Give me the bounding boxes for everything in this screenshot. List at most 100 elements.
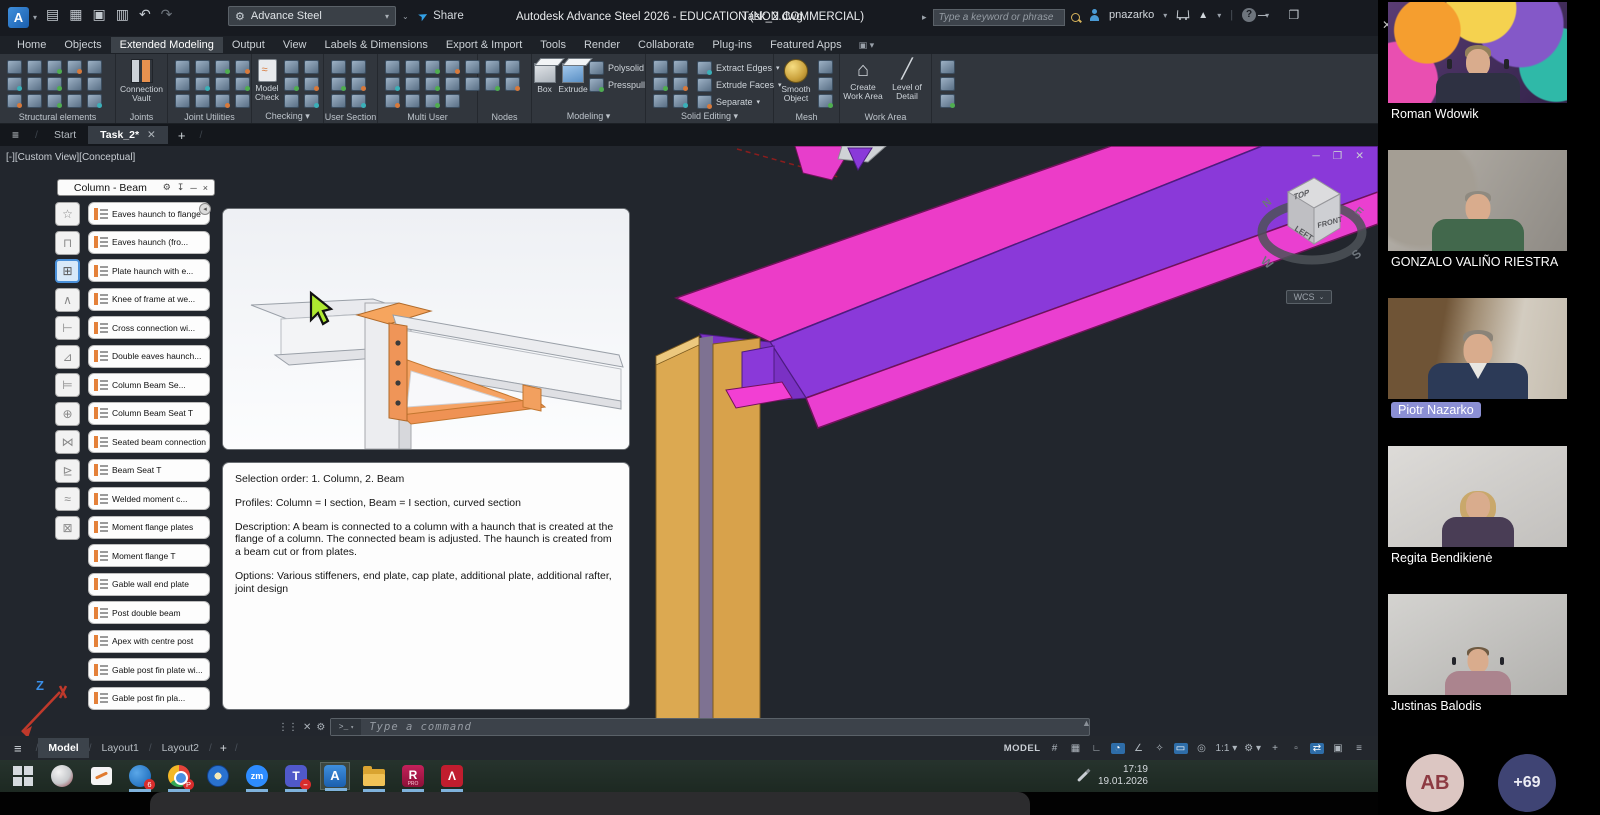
taskbar-explorer[interactable]: [359, 762, 389, 790]
open-icon[interactable]: ▦: [69, 6, 82, 23]
app-menu-caret-icon[interactable]: ▾: [33, 13, 37, 22]
taskbar-zoom[interactable]: zm: [242, 762, 272, 790]
tool-icon[interactable]: [284, 60, 299, 74]
tool-icon[interactable]: [351, 60, 366, 74]
user-name[interactable]: pnazarko: [1109, 9, 1154, 21]
viewport-controls-label[interactable]: [-][Custom View][Conceptual]: [6, 152, 135, 163]
column-front-flange[interactable]: [656, 336, 699, 736]
panel-label[interactable]: Joint Utilities: [168, 112, 251, 122]
tab-render[interactable]: Render: [575, 37, 629, 53]
taskbar-chrome[interactable]: P: [164, 762, 194, 790]
app-menu-button[interactable]: A: [8, 7, 29, 28]
units-icon[interactable]: ▫: [1289, 743, 1303, 754]
search-icon[interactable]: [1071, 13, 1081, 23]
connection-item[interactable]: Cross connection wi...: [88, 316, 210, 339]
command-input[interactable]: >_▾ Type a command: [330, 718, 1090, 736]
tab-collaborate[interactable]: Collaborate: [629, 37, 703, 53]
clock[interactable]: 17:19 19.01.2026: [1098, 764, 1148, 789]
wcs-selector[interactable]: WCS⌄: [1286, 290, 1332, 304]
tool-icon[interactable]: [67, 60, 82, 74]
tab-objects[interactable]: Objects: [55, 37, 110, 53]
tool-icon[interactable]: [425, 77, 440, 91]
tool-icon[interactable]: [445, 60, 460, 74]
tool-icon[interactable]: [175, 77, 190, 91]
panel-label[interactable]: Nodes: [478, 112, 531, 122]
connection-item[interactable]: Eaves haunch (fro...: [88, 231, 210, 254]
category-icon[interactable]: ∧: [55, 288, 80, 312]
tool-icon[interactable]: [653, 77, 668, 91]
ribbon-display-toggle-icon[interactable]: ▣ ▾: [851, 40, 883, 51]
tool-icon[interactable]: [195, 60, 210, 74]
customize-icon[interactable]: ≡: [1352, 743, 1366, 754]
cart-icon[interactable]: [1176, 10, 1189, 20]
connection-item[interactable]: Post double beam: [88, 601, 210, 624]
model-space-toggle[interactable]: MODEL: [1004, 743, 1041, 754]
tool-icon[interactable]: [653, 94, 668, 108]
tool-icon[interactable]: [485, 77, 500, 91]
tool-icon[interactable]: [653, 60, 668, 74]
tool-icon[interactable]: [673, 94, 688, 108]
level-of-detail-button[interactable]: ╱ Level of Detail: [886, 54, 928, 102]
snap-toggle-icon[interactable]: ▦: [1069, 743, 1083, 754]
tool-icon[interactable]: [405, 77, 420, 91]
tool-icon[interactable]: [7, 94, 22, 108]
palette-titlebar[interactable]: Column - Beam ⚙ ↧ ─ ×: [57, 179, 215, 196]
tool-icon[interactable]: [47, 94, 62, 108]
cmd-tools-icon[interactable]: ⚙: [316, 722, 325, 733]
grid-toggle-icon[interactable]: #: [1048, 743, 1062, 754]
tool-icon[interactable]: [673, 60, 688, 74]
category-icon[interactable]: ⋈: [55, 430, 80, 454]
new-layout-icon[interactable]: +: [212, 741, 235, 755]
tool-icon[interactable]: [304, 77, 319, 91]
tab-export-import[interactable]: Export & Import: [437, 37, 531, 53]
tool-icon[interactable]: [425, 60, 440, 74]
tool-icon[interactable]: [505, 77, 520, 91]
tool-icon[interactable]: [818, 77, 833, 91]
panel-label[interactable]: Structural elements: [0, 112, 115, 122]
tool-icon[interactable]: [284, 77, 299, 91]
redo-icon[interactable]: ↷: [161, 6, 173, 23]
save-icon[interactable]: ▣: [92, 6, 105, 23]
panel-label[interactable]: Solid Editing ▾: [646, 111, 773, 122]
tool-icon[interactable]: [385, 77, 400, 91]
tool-icon[interactable]: [27, 77, 42, 91]
tool-icon[interactable]: [304, 60, 319, 74]
participant-tile[interactable]: Piotr Nazarko: [1388, 298, 1567, 420]
connection-item[interactable]: Double eaves haunch...: [88, 345, 210, 368]
tool-icon[interactable]: [940, 94, 955, 108]
connection-item[interactable]: Gable post fin plate wi...: [88, 658, 210, 681]
connection-item[interactable]: Seated beam connection: [88, 430, 210, 453]
category-icon[interactable]: ⊕: [55, 402, 80, 426]
scroll-indicator-icon[interactable]: ◂: [199, 203, 211, 215]
autodesk-caret-icon[interactable]: ▾: [1217, 11, 1221, 20]
tool-icon[interactable]: [818, 94, 833, 108]
smooth-object-button[interactable]: Smooth Object: [774, 54, 818, 104]
crosshair-icon[interactable]: +: [1268, 743, 1282, 754]
tab-extended-modeling[interactable]: Extended Modeling: [111, 37, 223, 53]
participant-tile[interactable]: Roman Wdowik: [1388, 2, 1567, 124]
tool-icon[interactable]: [425, 94, 440, 108]
drag-handle-icon[interactable]: ⋮⋮: [278, 722, 298, 733]
palette-close-icon[interactable]: ×: [203, 183, 208, 193]
new-icon[interactable]: ▤: [46, 6, 59, 23]
tool-icon[interactable]: [175, 94, 190, 108]
category-icon[interactable]: ≈: [55, 487, 80, 511]
taskbar-teams[interactable]: T–: [281, 762, 311, 790]
taskbar-acrobat[interactable]: Λ: [437, 762, 467, 790]
tab-task2[interactable]: Task_2* ✕: [88, 126, 168, 144]
ortho-toggle-icon[interactable]: ∟: [1090, 743, 1104, 754]
polar-tracking-icon[interactable]: ◔: [1111, 743, 1125, 754]
connection-item[interactable]: Moment flange plates: [88, 516, 210, 539]
tool-icon[interactable]: [405, 94, 420, 108]
connection-vault-button[interactable]: Connection Vault: [116, 54, 167, 104]
status-menu-icon[interactable]: ≡: [0, 741, 36, 756]
meeting-control-dock[interactable]: [150, 792, 1030, 815]
panel-label[interactable]: Work Area: [840, 112, 931, 122]
tab-labels-dimensions[interactable]: Labels & Dimensions: [316, 37, 437, 53]
tab-start[interactable]: Start: [42, 126, 88, 144]
user-icon[interactable]: [1088, 9, 1100, 21]
tool-icon[interactable]: [175, 60, 190, 74]
command-prompt-icon[interactable]: >_▾: [331, 719, 361, 735]
column-web[interactable]: [699, 336, 713, 736]
taskbar-thunderbird[interactable]: 6: [125, 762, 155, 790]
